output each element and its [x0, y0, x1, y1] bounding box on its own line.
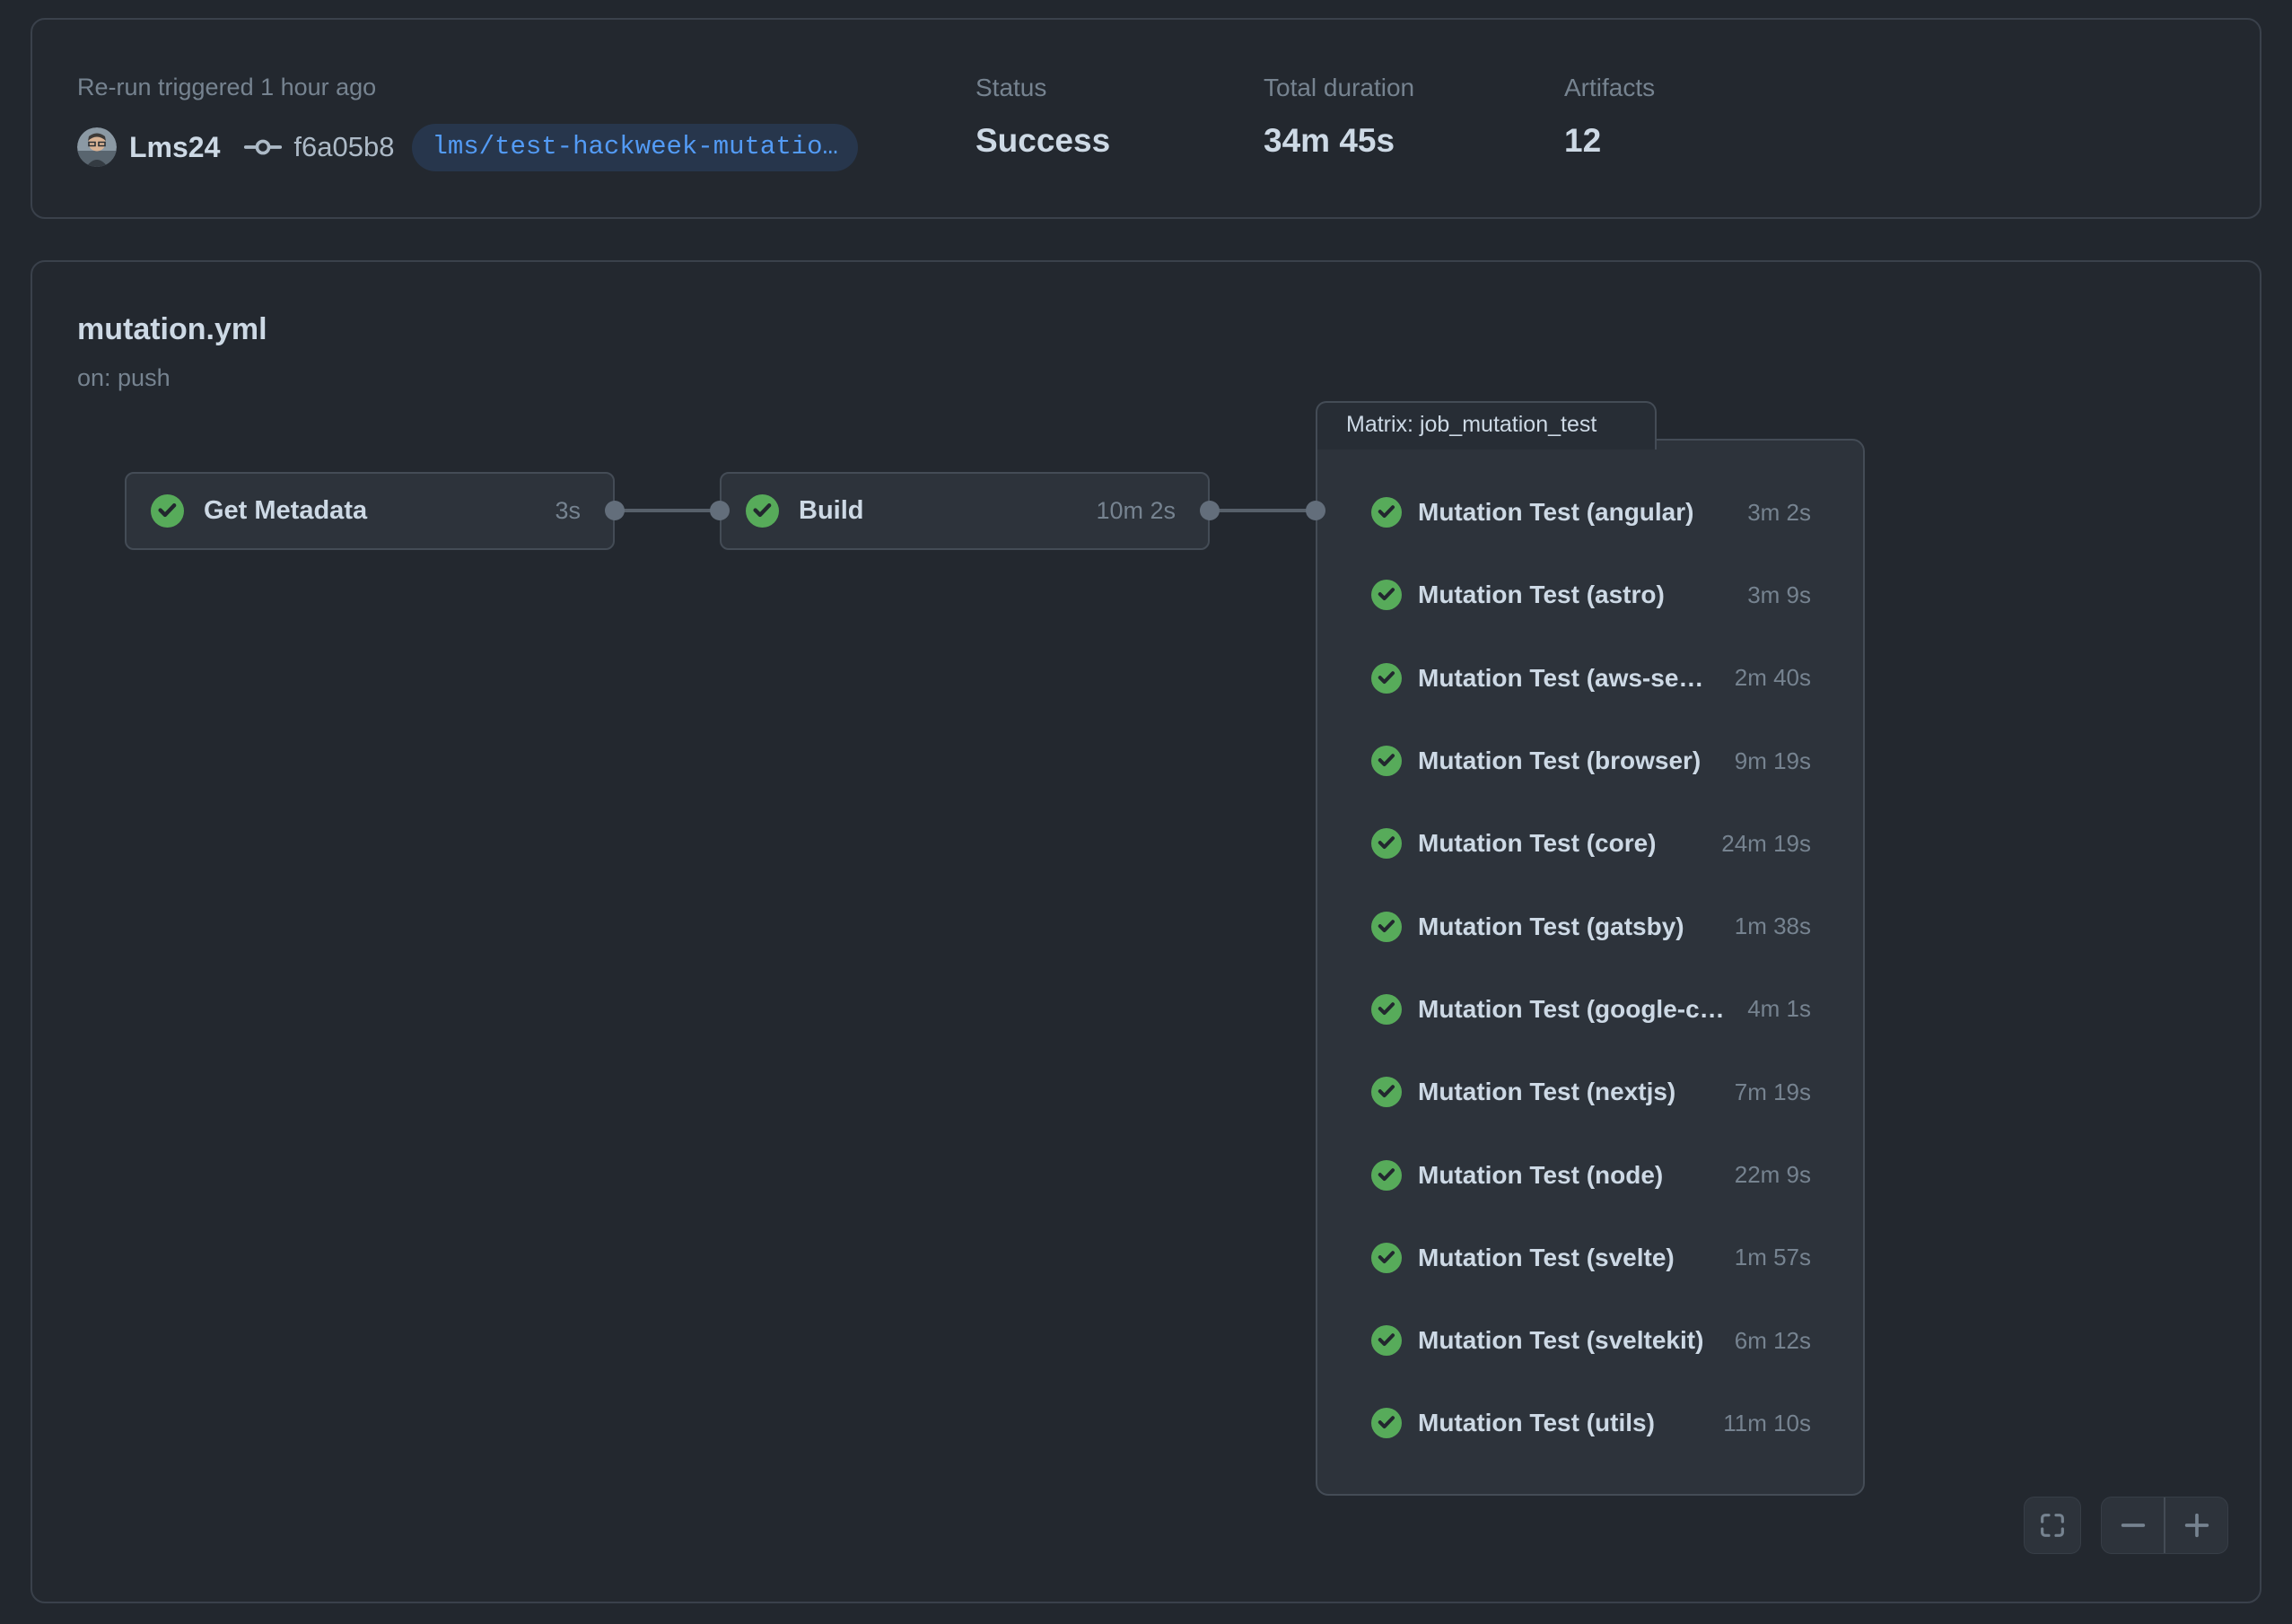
success-check-icon	[1371, 828, 1402, 859]
success-check-icon	[1371, 1077, 1402, 1107]
success-check-icon	[1371, 580, 1402, 610]
job-name: Mutation Test (nextjs)	[1418, 1078, 1724, 1106]
minus-icon	[2118, 1510, 2148, 1541]
job-duration: 7m 19s	[1735, 1078, 1811, 1106]
success-check-icon	[746, 494, 779, 528]
commit-sha[interactable]: f6a05b8	[293, 131, 394, 163]
success-check-icon	[1371, 1408, 1402, 1438]
matrix-job-row[interactable]: Mutation Test (astro) 3m 9s	[1317, 554, 1863, 636]
job-duration: 6m 12s	[1735, 1327, 1811, 1355]
stat-label: Status	[975, 74, 1046, 102]
commit-meta-row: Lms24 f6a05b8 lms/test-hackweek-mutatio…	[77, 124, 858, 170]
job-name: Mutation Test (node)	[1418, 1161, 1724, 1190]
matrix-job-row[interactable]: Mutation Test (angular) 3m 2s	[1317, 471, 1863, 554]
success-check-icon	[1371, 1243, 1402, 1273]
plus-icon	[2182, 1510, 2212, 1541]
workflow-trigger: on: push	[77, 364, 171, 392]
matrix-job-row[interactable]: Mutation Test (aws-se… 2m 40s	[1317, 637, 1863, 720]
artifacts-count[interactable]: 12	[1564, 122, 1601, 160]
job-duration: 3s	[555, 497, 581, 525]
matrix-group-tab: Matrix: job_mutation_test	[1316, 401, 1657, 450]
job-duration: 11m 10s	[1723, 1410, 1811, 1437]
success-check-icon	[1371, 1325, 1402, 1356]
edge-dot	[710, 501, 730, 520]
stat-label: Total duration	[1264, 74, 1414, 102]
job-name: Mutation Test (sveltekit)	[1418, 1326, 1724, 1355]
job-duration: 3m 9s	[1747, 581, 1811, 609]
job-name: Build	[799, 496, 1096, 526]
matrix-job-row[interactable]: Mutation Test (google-c… 4m 1s	[1317, 968, 1863, 1051]
matrix-job-row[interactable]: Mutation Test (gatsby) 1m 38s	[1317, 885, 1863, 967]
branch-badge[interactable]: lms/test-hackweek-mutatio…	[412, 124, 857, 171]
stat-label: Artifacts	[1564, 74, 1655, 102]
edge-dot	[1306, 501, 1325, 520]
actor-name[interactable]: Lms24	[129, 131, 220, 164]
fullscreen-button[interactable]	[2024, 1497, 2081, 1554]
job-duration: 1m 38s	[1735, 912, 1811, 940]
job-duration: 22m 9s	[1735, 1161, 1811, 1189]
zoom-controls	[2101, 1497, 2228, 1554]
edge-get-metadata-build	[615, 509, 720, 512]
job-name: Mutation Test (svelte)	[1418, 1244, 1724, 1272]
run-summary-card: Re-run triggered 1 hour ago Lms24 f6a05b…	[31, 18, 2261, 219]
job-name: Mutation Test (angular)	[1418, 498, 1736, 527]
success-check-icon	[1371, 746, 1402, 776]
matrix-group-title: Matrix: job_mutation_test	[1346, 412, 1597, 438]
edge-dot	[605, 501, 625, 520]
job-duration: 1m 57s	[1735, 1244, 1811, 1271]
fullscreen-icon	[2038, 1511, 2067, 1540]
matrix-group-panel: Mutation Test (angular) 3m 2s Mutation T…	[1316, 439, 1865, 1496]
success-check-icon	[151, 494, 184, 528]
job-name: Mutation Test (gatsby)	[1418, 912, 1724, 941]
job-node-build[interactable]: Build 10m 2s	[720, 472, 1210, 550]
job-name: Mutation Test (utils)	[1418, 1409, 1712, 1437]
edge-dot	[1200, 501, 1220, 520]
job-node-get-metadata[interactable]: Get Metadata 3s	[125, 472, 615, 550]
workflow-graph-card: mutation.yml on: push Get Metadata 3s Bu…	[31, 260, 2261, 1603]
matrix-job-row[interactable]: Mutation Test (utils) 11m 10s	[1317, 1382, 1863, 1464]
matrix-job-row[interactable]: Mutation Test (svelte) 1m 57s	[1317, 1217, 1863, 1299]
job-name: Mutation Test (browser)	[1418, 747, 1724, 775]
job-duration: 24m 19s	[1721, 830, 1811, 858]
workflow-file-title: mutation.yml	[77, 312, 267, 347]
job-name: Mutation Test (aws-se…	[1418, 664, 1724, 693]
zoom-in-button[interactable]	[2165, 1497, 2227, 1553]
run-triggered-text: Re-run triggered 1 hour ago	[77, 74, 376, 101]
job-name: Mutation Test (google-c…	[1418, 995, 1736, 1024]
edge-build-matrix	[1210, 509, 1317, 512]
success-check-icon	[1371, 1160, 1402, 1191]
avatar[interactable]	[77, 127, 117, 167]
matrix-job-row[interactable]: Mutation Test (core) 24m 19s	[1317, 802, 1863, 885]
success-check-icon	[1371, 912, 1402, 942]
success-check-icon	[1371, 497, 1402, 528]
success-check-icon	[1371, 663, 1402, 694]
job-name: Get Metadata	[204, 496, 555, 526]
job-duration: 2m 40s	[1735, 664, 1811, 692]
matrix-job-row[interactable]: Mutation Test (sveltekit) 6m 12s	[1317, 1299, 1863, 1382]
job-duration: 4m 1s	[1747, 995, 1811, 1023]
job-name: Mutation Test (astro)	[1418, 581, 1736, 609]
avatar-image	[77, 127, 117, 167]
job-duration: 3m 2s	[1747, 499, 1811, 527]
git-commit-icon	[243, 127, 283, 167]
matrix-job-row[interactable]: Mutation Test (browser) 9m 19s	[1317, 720, 1863, 802]
job-duration: 10m 2s	[1096, 497, 1176, 525]
success-check-icon	[1371, 994, 1402, 1025]
status-value: Success	[975, 122, 1110, 160]
duration-value: 34m 45s	[1264, 122, 1395, 160]
job-duration: 9m 19s	[1735, 747, 1811, 775]
zoom-out-button[interactable]	[2102, 1497, 2165, 1553]
matrix-job-row[interactable]: Mutation Test (nextjs) 7m 19s	[1317, 1051, 1863, 1133]
matrix-job-row[interactable]: Mutation Test (node) 22m 9s	[1317, 1133, 1863, 1216]
job-name: Mutation Test (core)	[1418, 829, 1710, 858]
